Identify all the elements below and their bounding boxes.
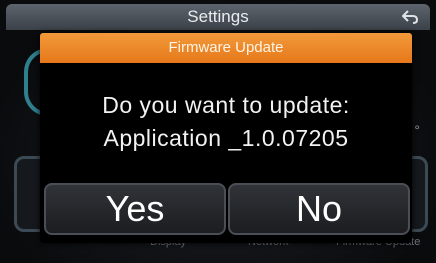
dialog-message-line1: Do you want to update: [102,92,350,118]
dialog-title-bar: Firmware Update [40,33,412,63]
header-bar: Settings [6,4,430,30]
page-title: Settings [187,7,249,26]
firmware-update-dialog: Firmware Update Do you want to update: A… [40,33,412,243]
degree-symbol: ° [414,122,420,138]
back-arrow-icon[interactable] [400,7,420,27]
no-button[interactable]: No [228,183,410,235]
dialog-message-line2: Application _1.0.07205 [103,125,349,151]
settings-screen: Settings ° Display Network Firmware Upda… [0,0,436,263]
yes-button[interactable]: Yes [44,183,226,235]
dialog-title: Firmware Update [168,39,284,56]
